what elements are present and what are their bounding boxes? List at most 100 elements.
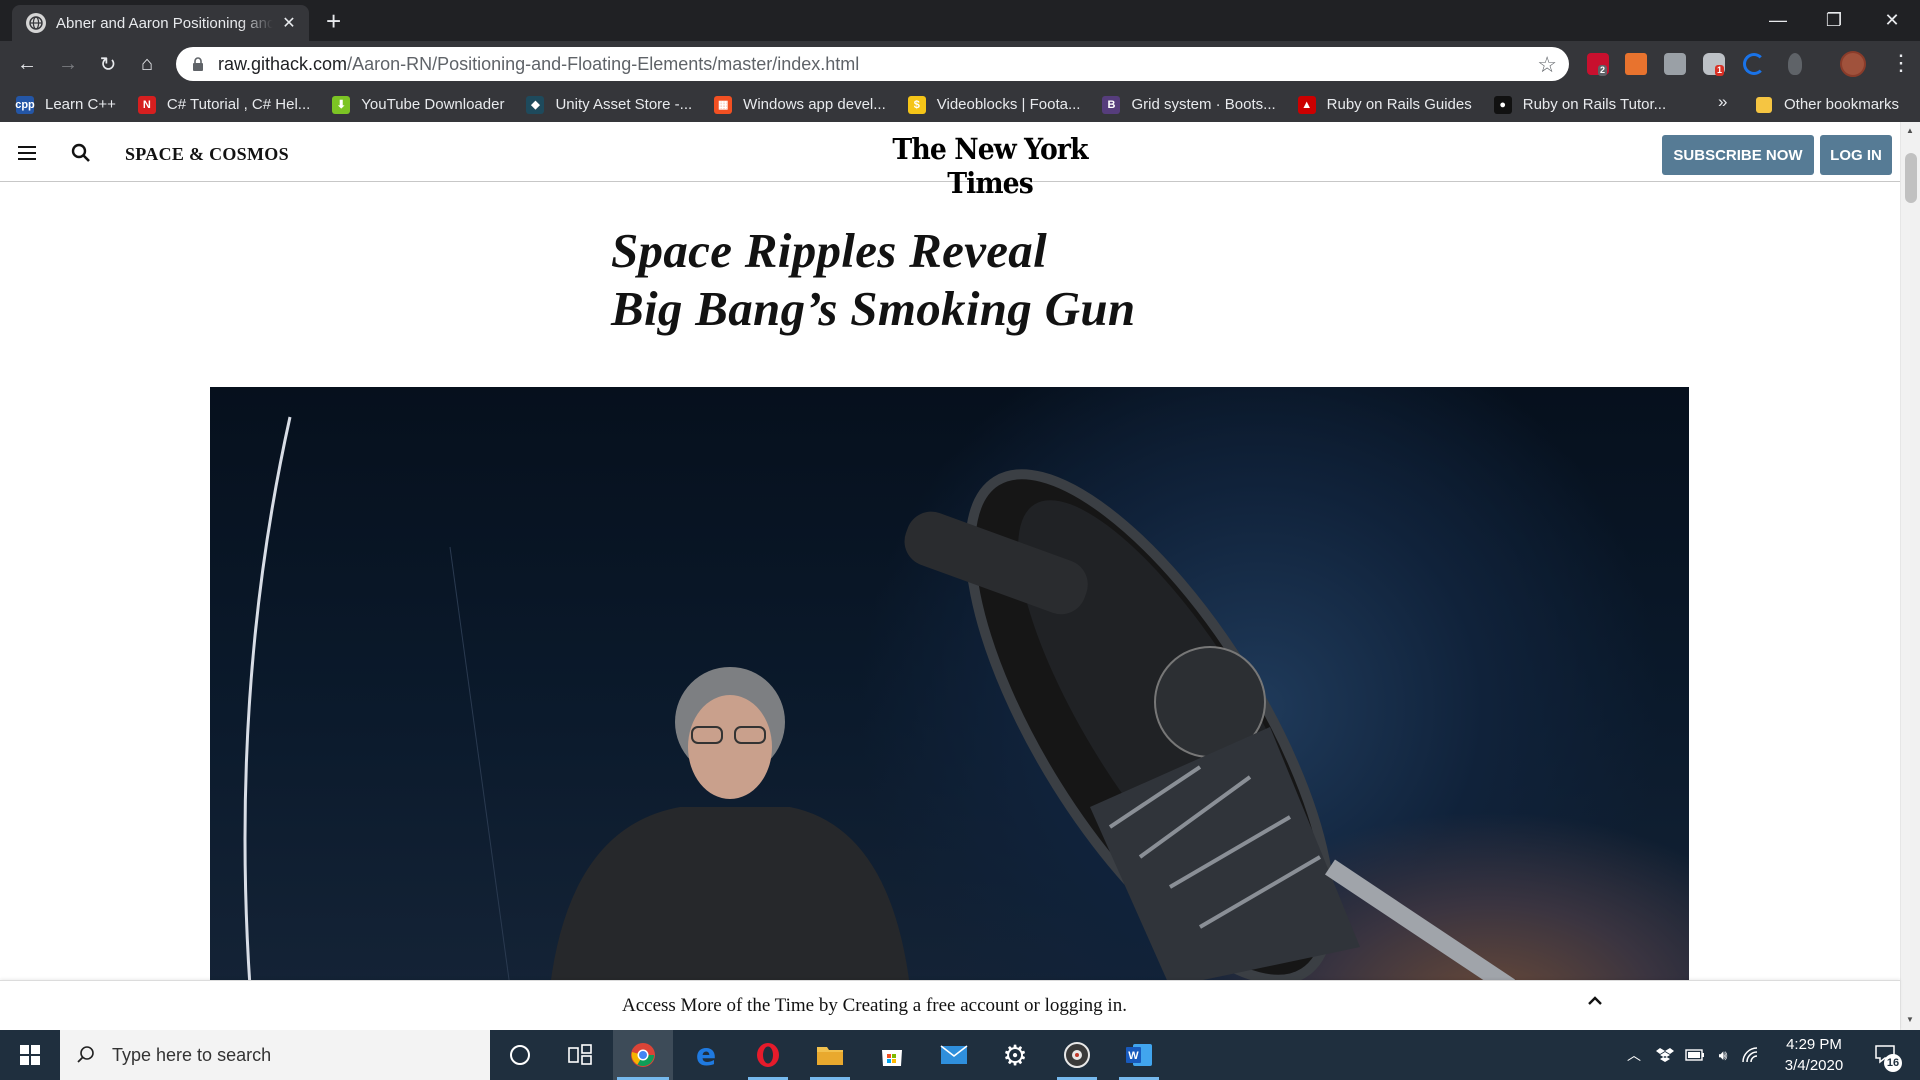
profile-avatar[interactable] (1840, 51, 1866, 77)
chevron-up-icon[interactable] (1585, 991, 1605, 1011)
tab-strip: Abner and Aaron Positioning and Floating… (0, 0, 1920, 41)
hamburger-menu-icon[interactable] (18, 146, 36, 160)
headline-line-2: Big Bang’s Smoking Gun (611, 281, 1136, 336)
file-explorer-icon[interactable] (800, 1030, 860, 1080)
rails-icon: ▲ (1297, 95, 1316, 114)
close-window-button[interactable]: ✕ (1864, 0, 1920, 41)
svg-text:W: W (1128, 1050, 1139, 1062)
bookmarks-overflow-button[interactable]: » (1718, 92, 1727, 112)
search-icon (77, 1046, 94, 1063)
headline-line-1: Space Ripples Reveal (611, 223, 1048, 278)
bookmark-label: Grid system · Boots... (1131, 96, 1276, 113)
bookmark-label: Videoblocks | Foota... (936, 96, 1081, 113)
bookmark-item[interactable]: ▦ Windows app devel... (714, 95, 886, 114)
login-button[interactable]: LOG IN (1820, 135, 1892, 175)
search-icon[interactable] (71, 143, 91, 163)
opera-icon[interactable] (738, 1030, 798, 1080)
url-text: raw.githack.com/Aaron-RN/Positioning-and… (218, 54, 859, 75)
address-bar[interactable]: raw.githack.com/Aaron-RN/Positioning-and… (176, 47, 1569, 81)
bookmark-star-icon[interactable]: ☆ (1537, 52, 1557, 78)
rails-tutorial-icon: ● (1493, 95, 1512, 114)
start-button[interactable] (0, 1030, 60, 1080)
windows-icon: ▦ (714, 95, 733, 114)
bookmark-label: YouTube Downloader (361, 96, 505, 113)
access-banner: Access More of the Time by Creating a fr… (0, 980, 1900, 1030)
taskbar-clock[interactable]: 4:29 PM 3/4/2020 (1770, 1034, 1858, 1076)
browser-toolbar: ← → ↻ ⌂ raw.githack.com/Aaron-RN/Positio… (0, 41, 1920, 87)
page-scrollbar[interactable]: ▲ ▼ (1900, 122, 1920, 1030)
notification-count-badge: 16 (1884, 1054, 1902, 1072)
section-label[interactable]: SPACE & COSMOS (125, 144, 289, 165)
scroll-thumb[interactable] (1905, 153, 1917, 203)
mail-icon[interactable] (924, 1030, 984, 1080)
subscribe-button[interactable]: SUBSCRIBE NOW (1662, 135, 1814, 175)
task-view-icon[interactable] (550, 1030, 610, 1080)
clock-date: 3/4/2020 (1784, 1057, 1844, 1074)
edge-icon[interactable]: e (676, 1030, 736, 1080)
action-center-icon[interactable]: 16 (1866, 1030, 1906, 1080)
bookmark-item[interactable]: cpp Learn C++ (15, 95, 116, 114)
wifi-icon[interactable] (1738, 1030, 1764, 1080)
url-host: raw.githack.com (218, 53, 348, 74)
new-tab-button[interactable]: + (326, 8, 341, 34)
bookmark-label: Learn C++ (45, 96, 116, 113)
access-banner-text[interactable]: Access More of the Time by Creating a fr… (622, 995, 1127, 1017)
other-bookmarks[interactable]: Other bookmarks (1756, 87, 1899, 122)
chrome-menu-icon[interactable]: ⋮ (1890, 50, 1912, 76)
chrome-taskbar-icon[interactable] (613, 1030, 673, 1080)
videoblocks-icon: $ (907, 95, 926, 114)
minimize-button[interactable]: — (1750, 0, 1806, 41)
clock-time: 4:29 PM (1786, 1036, 1842, 1053)
taskbar-search-box[interactable]: Type here to search (60, 1030, 490, 1080)
bookmark-label: Ruby on Rails Guides (1326, 96, 1472, 113)
bookmark-item[interactable]: ▲ Ruby on Rails Guides (1297, 95, 1472, 114)
cortana-icon[interactable] (490, 1030, 550, 1080)
bookmark-label: Unity Asset Store -... (555, 96, 693, 113)
volume-icon[interactable]: 🔊︎ (1710, 1030, 1736, 1080)
bookmark-item[interactable]: $ Videoblocks | Foota... (907, 95, 1081, 114)
taskbar-search-placeholder: Type here to search (112, 1044, 272, 1065)
dropbox-icon[interactable] (1652, 1030, 1678, 1080)
bookmark-label: Windows app devel... (743, 96, 886, 113)
help-extension-icon[interactable]: 1 (1703, 53, 1725, 76)
bookmark-item[interactable]: ◆ Unity Asset Store -... (526, 95, 693, 114)
tab-title: Abner and Aaron Positioning and Floating… (56, 14, 273, 32)
bootstrap-icon: B (1102, 95, 1121, 114)
settings-gear-icon[interactable]: ⚙ (985, 1030, 1045, 1080)
download-icon: ⬇ (332, 95, 351, 114)
bookmark-item[interactable]: ● Ruby on Rails Tutor... (1493, 95, 1666, 114)
mouse-extension-icon[interactable] (1788, 53, 1802, 75)
browser-tab[interactable]: Abner and Aaron Positioning and Floating… (12, 5, 309, 41)
bookmark-item[interactable]: B Grid system · Boots... (1102, 95, 1276, 114)
office-extension-icon[interactable] (1625, 53, 1647, 75)
scroll-up-arrow-icon[interactable]: ▲ (1906, 126, 1914, 135)
other-bookmarks-label: Other bookmarks (1784, 96, 1900, 113)
forward-button[interactable]: → (54, 50, 82, 78)
url-path: /Aaron-RN/Positioning-and-Floating-Eleme… (347, 53, 860, 74)
web-page: SPACE & COSMOS The New York Times SUBSCR… (0, 122, 1920, 1030)
media-player-icon[interactable] (1047, 1030, 1107, 1080)
back-button[interactable]: ← (13, 50, 41, 78)
windows-logo-icon (20, 1045, 40, 1065)
nyt-logo[interactable]: The New York Times (880, 132, 1101, 200)
scroll-down-arrow-icon[interactable]: ▼ (1906, 1015, 1914, 1024)
lock-icon (193, 57, 203, 71)
help-badge: 1 (1715, 65, 1725, 76)
adblock-badge: 2 (1598, 65, 1608, 76)
bookmark-label: C# Tutorial , C# Hel... (166, 96, 311, 113)
store-icon[interactable] (862, 1030, 922, 1080)
site-header: SPACE & COSMOS The New York Times SUBSCR… (0, 122, 1900, 200)
bookmark-item[interactable]: ⬇ YouTube Downloader (332, 95, 505, 114)
adblock-extension-icon[interactable]: 2 (1587, 53, 1609, 76)
c-extension-icon[interactable] (1743, 53, 1765, 75)
bookmark-item[interactable]: N C# Tutorial , C# Hel... (137, 95, 311, 114)
tab-close-icon[interactable]: ✕ (279, 13, 299, 33)
hero-image (210, 387, 1689, 987)
restore-button[interactable]: ❐ (1806, 0, 1862, 41)
reload-button[interactable]: ↻ (94, 50, 122, 78)
extension-k-icon[interactable] (1664, 53, 1686, 75)
word-icon[interactable]: W (1109, 1030, 1169, 1080)
tray-overflow-chevron-icon[interactable]: ︿ (1622, 1030, 1646, 1080)
battery-icon[interactable] (1682, 1030, 1708, 1080)
home-button[interactable]: ⌂ (133, 50, 161, 78)
